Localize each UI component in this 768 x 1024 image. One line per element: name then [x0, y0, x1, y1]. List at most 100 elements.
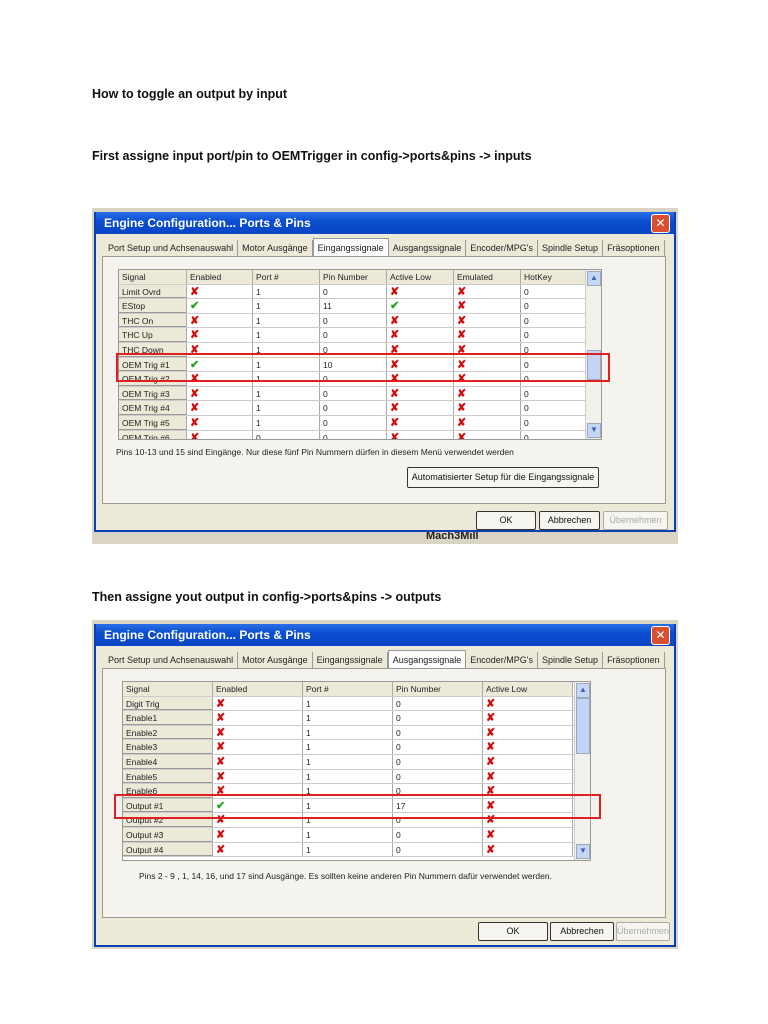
cross-icon[interactable]: ✘ — [213, 696, 303, 711]
cross-icon[interactable]: ✘ — [454, 430, 521, 439]
cross-icon[interactable]: ✘ — [387, 430, 454, 439]
cross-icon[interactable]: ✘ — [187, 430, 253, 439]
cross-icon[interactable]: ✘ — [454, 386, 521, 401]
cross-icon[interactable]: ✘ — [483, 740, 573, 754]
column-header[interactable]: Signal — [123, 682, 213, 696]
column-header[interactable]: Port # — [303, 682, 393, 696]
scroll-thumb[interactable] — [576, 698, 590, 754]
cross-icon[interactable]: ✘ — [387, 415, 454, 430]
cell-value[interactable]: 0 — [253, 430, 320, 439]
cross-icon[interactable]: ✘ — [187, 386, 253, 401]
close-icon[interactable]: ✕ — [651, 626, 670, 645]
scrollbar[interactable]: ▲ ▼ — [574, 682, 590, 860]
cell-value[interactable]: 0 — [393, 696, 483, 711]
cross-icon[interactable]: ✘ — [213, 725, 303, 740]
tab-4[interactable]: Encoder/MPG's — [466, 652, 539, 668]
table-row[interactable]: Limit Ovrd ✘ 1 0 ✘ ✘ 0 — [119, 284, 601, 300]
cross-icon[interactable]: ✘ — [187, 401, 253, 415]
cell-value[interactable]: 11 — [320, 299, 387, 313]
cross-icon[interactable]: ✘ — [483, 842, 573, 857]
cross-icon[interactable]: ✘ — [483, 711, 573, 725]
cross-icon[interactable]: ✘ — [387, 328, 454, 342]
cross-icon[interactable]: ✘ — [213, 827, 303, 842]
cell-value[interactable]: 0 — [521, 415, 587, 430]
cross-icon[interactable]: ✘ — [213, 842, 303, 857]
cross-icon[interactable]: ✘ — [387, 401, 454, 415]
table-row[interactable]: Enable2 ✘ 1 0 ✘ — [123, 725, 590, 741]
cell-value[interactable]: 1 — [303, 696, 393, 711]
column-header[interactable]: Pin Number — [393, 682, 483, 696]
apply-button[interactable]: Übernehmen — [603, 511, 668, 530]
scroll-up-icon[interactable]: ▲ — [576, 683, 590, 698]
table-row[interactable]: OEM Trig #5 ✘ 1 0 ✘ ✘ 0 — [119, 415, 601, 431]
cell-value[interactable]: 1 — [253, 299, 320, 313]
cell-value[interactable]: 0 — [521, 401, 587, 415]
cell-value[interactable]: 0 — [393, 740, 483, 754]
tab-6[interactable]: Fräsoptionen — [603, 240, 665, 256]
cell-value[interactable]: 0 — [521, 328, 587, 342]
cell-value[interactable]: 1 — [303, 711, 393, 725]
cell-value[interactable]: 0 — [320, 313, 387, 328]
cell-value[interactable]: 1 — [253, 328, 320, 342]
cross-icon[interactable]: ✘ — [387, 313, 454, 328]
cell-value[interactable]: 0 — [521, 430, 587, 439]
cross-icon[interactable]: ✘ — [213, 740, 303, 754]
cross-icon[interactable]: ✘ — [454, 328, 521, 342]
cross-icon[interactable]: ✘ — [187, 284, 253, 299]
table-row[interactable]: THC Up ✘ 1 0 ✘ ✘ 0 — [119, 328, 601, 343]
table-row[interactable]: Enable3 ✘ 1 0 ✘ — [123, 740, 590, 755]
cell-value[interactable]: 1 — [253, 386, 320, 401]
cross-icon[interactable]: ✘ — [483, 769, 573, 784]
tab-6[interactable]: Fräsoptionen — [603, 652, 665, 668]
cross-icon[interactable]: ✘ — [454, 313, 521, 328]
apply-button[interactable]: Übernehmen — [616, 922, 670, 941]
cross-icon[interactable]: ✘ — [187, 415, 253, 430]
tab-3[interactable]: Ausgangssignale — [387, 650, 467, 668]
column-header[interactable]: Pin Number — [320, 270, 387, 284]
cancel-button[interactable]: Abbrechen — [550, 922, 614, 941]
cross-icon[interactable]: ✘ — [387, 386, 454, 401]
cell-value[interactable]: 0 — [521, 386, 587, 401]
column-header[interactable]: Enabled — [187, 270, 253, 284]
cell-value[interactable]: 1 — [303, 827, 393, 842]
cancel-button[interactable]: Abbrechen — [539, 511, 600, 530]
tab-0[interactable]: Port Setup und Achsenauswahl — [104, 240, 239, 256]
cross-icon[interactable]: ✘ — [187, 313, 253, 328]
table-row[interactable]: Enable1 ✘ 1 0 ✘ — [123, 711, 590, 726]
cross-icon[interactable]: ✘ — [483, 696, 573, 711]
table-row[interactable]: OEM Trig #4 ✘ 1 0 ✘ ✘ 0 — [119, 401, 601, 416]
cross-icon[interactable]: ✘ — [454, 299, 521, 313]
cell-value[interactable]: 0 — [393, 769, 483, 784]
table-row[interactable]: OEM Trig #6 ✘ 0 0 ✘ ✘ 0 — [119, 430, 601, 439]
cell-value[interactable]: 0 — [320, 328, 387, 342]
cell-value[interactable]: 1 — [303, 740, 393, 754]
cell-value[interactable]: 0 — [320, 284, 387, 299]
cell-value[interactable]: 0 — [320, 401, 387, 415]
cell-value[interactable]: 1 — [303, 725, 393, 740]
cell-value[interactable]: 0 — [393, 827, 483, 842]
cross-icon[interactable]: ✘ — [454, 284, 521, 299]
auto-setup-button[interactable]: Automatisierter Setup für die Eingangssi… — [407, 467, 599, 488]
tab-1[interactable]: Motor Ausgänge — [238, 652, 313, 668]
cross-icon[interactable]: ✘ — [213, 711, 303, 725]
tab-2[interactable]: Eingangssignale — [312, 238, 389, 256]
table-row[interactable]: Digit Trig ✘ 1 0 ✘ — [123, 696, 590, 712]
tab-5[interactable]: Spindle Setup — [538, 240, 604, 256]
checkmark-icon[interactable]: ✔ — [387, 299, 454, 313]
cell-value[interactable]: 0 — [320, 386, 387, 401]
cell-value[interactable]: 1 — [303, 842, 393, 857]
column-header[interactable]: HotKey — [521, 270, 587, 284]
cross-icon[interactable]: ✘ — [213, 769, 303, 784]
column-header[interactable]: Signal — [119, 270, 187, 284]
scroll-down-icon[interactable]: ▼ — [587, 423, 601, 438]
table-row[interactable]: OEM Trig #3 ✘ 1 0 ✘ ✘ 0 — [119, 386, 601, 402]
cell-value[interactable]: 1 — [303, 754, 393, 769]
table-row[interactable]: Enable4 ✘ 1 0 ✘ — [123, 754, 590, 770]
table-row[interactable]: EStop ✔ 1 11 ✔ ✘ 0 — [119, 299, 601, 314]
cell-value[interactable]: 1 — [253, 401, 320, 415]
cell-value[interactable]: 0 — [393, 725, 483, 740]
cross-icon[interactable]: ✘ — [454, 401, 521, 415]
cell-value[interactable]: 1 — [253, 284, 320, 299]
cell-value[interactable]: 0 — [521, 284, 587, 299]
cross-icon[interactable]: ✘ — [187, 328, 253, 342]
